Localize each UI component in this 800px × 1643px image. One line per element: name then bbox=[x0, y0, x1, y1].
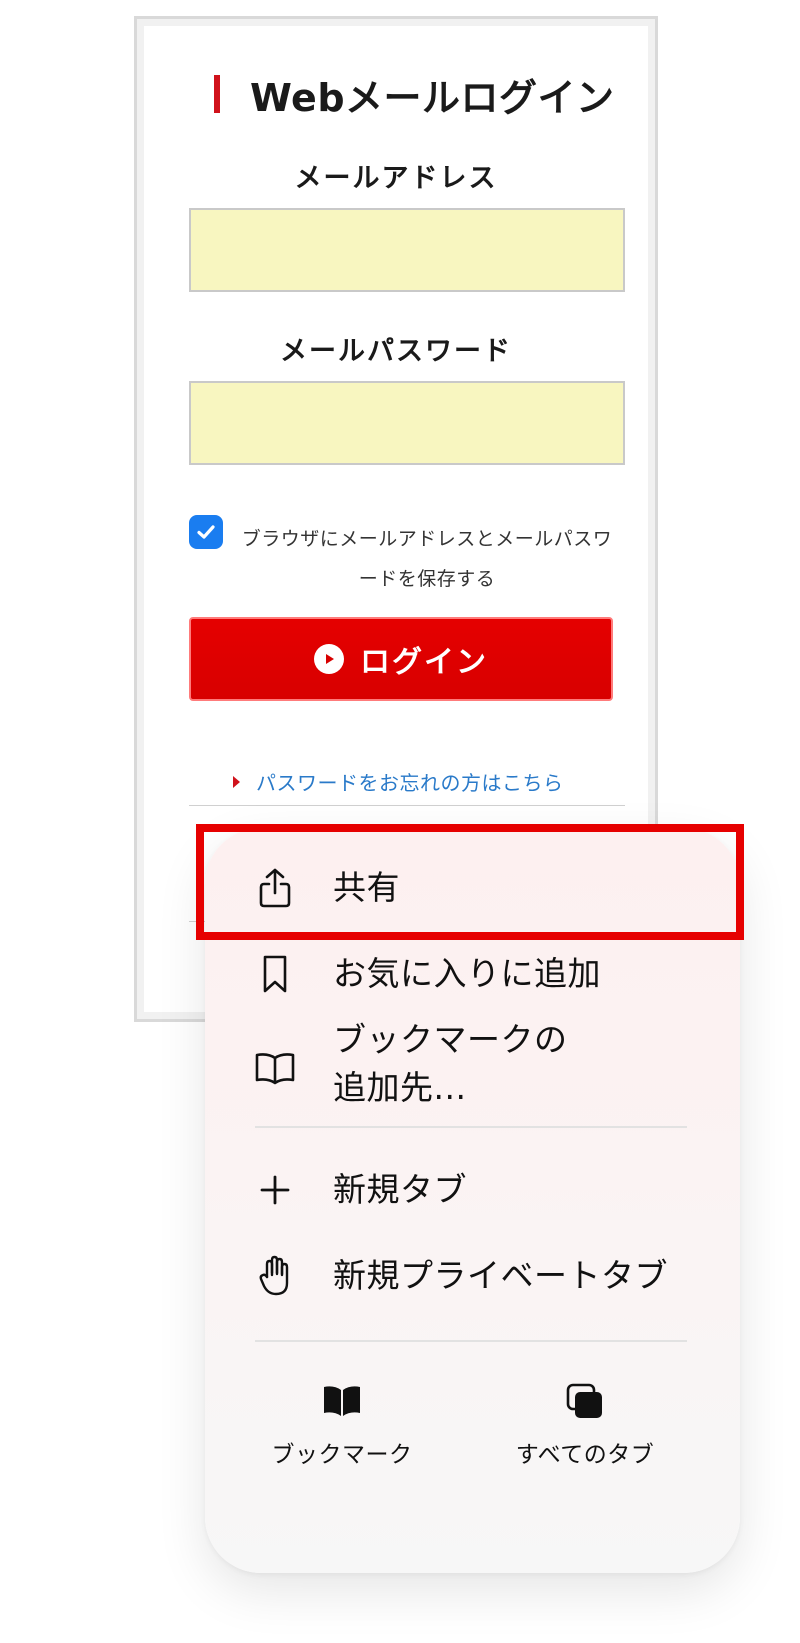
email-label: メールアドレス bbox=[294, 163, 498, 194]
menu-item-new-tab[interactable]: 新規タブ bbox=[205, 1150, 740, 1230]
arrow-right-icon bbox=[233, 775, 240, 788]
all-tabs-button[interactable]: すべてのタブ bbox=[485, 1379, 685, 1479]
menu-item-new-private-tab[interactable]: 新規プライベートタブ bbox=[205, 1236, 740, 1316]
page-title: Webメールログイン bbox=[214, 71, 634, 120]
email-field[interactable] bbox=[189, 208, 625, 292]
login-button-label: ログイン bbox=[360, 645, 488, 680]
forgot-password-text: パスワードをお忘れの方はこちら bbox=[256, 771, 564, 795]
bookmarks-button[interactable]: ブックマーク bbox=[242, 1379, 442, 1479]
plus-icon bbox=[253, 1168, 297, 1212]
menu-item-label: 新規タブ bbox=[333, 1170, 467, 1209]
bookmarks-book-icon bbox=[242, 1379, 442, 1423]
password-label: メールパスワード bbox=[280, 336, 512, 367]
play-circle-icon bbox=[314, 644, 344, 674]
remember-label: ブラウザにメールアドレスとメールパスワードを保存する bbox=[241, 528, 613, 590]
login-button[interactable]: ログイン bbox=[189, 617, 613, 701]
menu-item-label: 新規プライベートタブ bbox=[333, 1256, 668, 1295]
menu-separator bbox=[255, 1340, 687, 1342]
checkmark-icon bbox=[197, 525, 215, 539]
page-title-text: Webメールログイン bbox=[250, 75, 615, 120]
bookmarks-label: ブックマーク bbox=[271, 1442, 413, 1468]
remember-checkbox[interactable] bbox=[189, 515, 223, 549]
menu-item-bookmark-to[interactable]: ブックマークの 追加先... bbox=[205, 1014, 740, 1122]
highlight-frame bbox=[196, 824, 744, 940]
menu-item-label: お気に入りに追加 bbox=[333, 954, 601, 993]
all-tabs-icon bbox=[485, 1379, 685, 1423]
open-book-icon bbox=[253, 1046, 297, 1090]
password-field[interactable] bbox=[189, 381, 625, 465]
title-accent-bar bbox=[214, 75, 220, 113]
menu-item-add-favorites[interactable]: お気に入りに追加 bbox=[205, 934, 740, 1014]
menu-separator bbox=[255, 1126, 687, 1128]
forgot-password-link[interactable]: パスワードをお忘れの方はこちら bbox=[233, 767, 564, 796]
bookmark-icon bbox=[253, 952, 297, 996]
divider bbox=[189, 805, 625, 806]
remember-credentials: ブラウザにメールアドレスとメールパスワードを保存する bbox=[189, 515, 625, 599]
hand-icon bbox=[253, 1254, 297, 1298]
all-tabs-label: すべてのタブ bbox=[515, 1442, 655, 1468]
menu-item-label: ブックマークの 追加先... bbox=[333, 1020, 568, 1107]
